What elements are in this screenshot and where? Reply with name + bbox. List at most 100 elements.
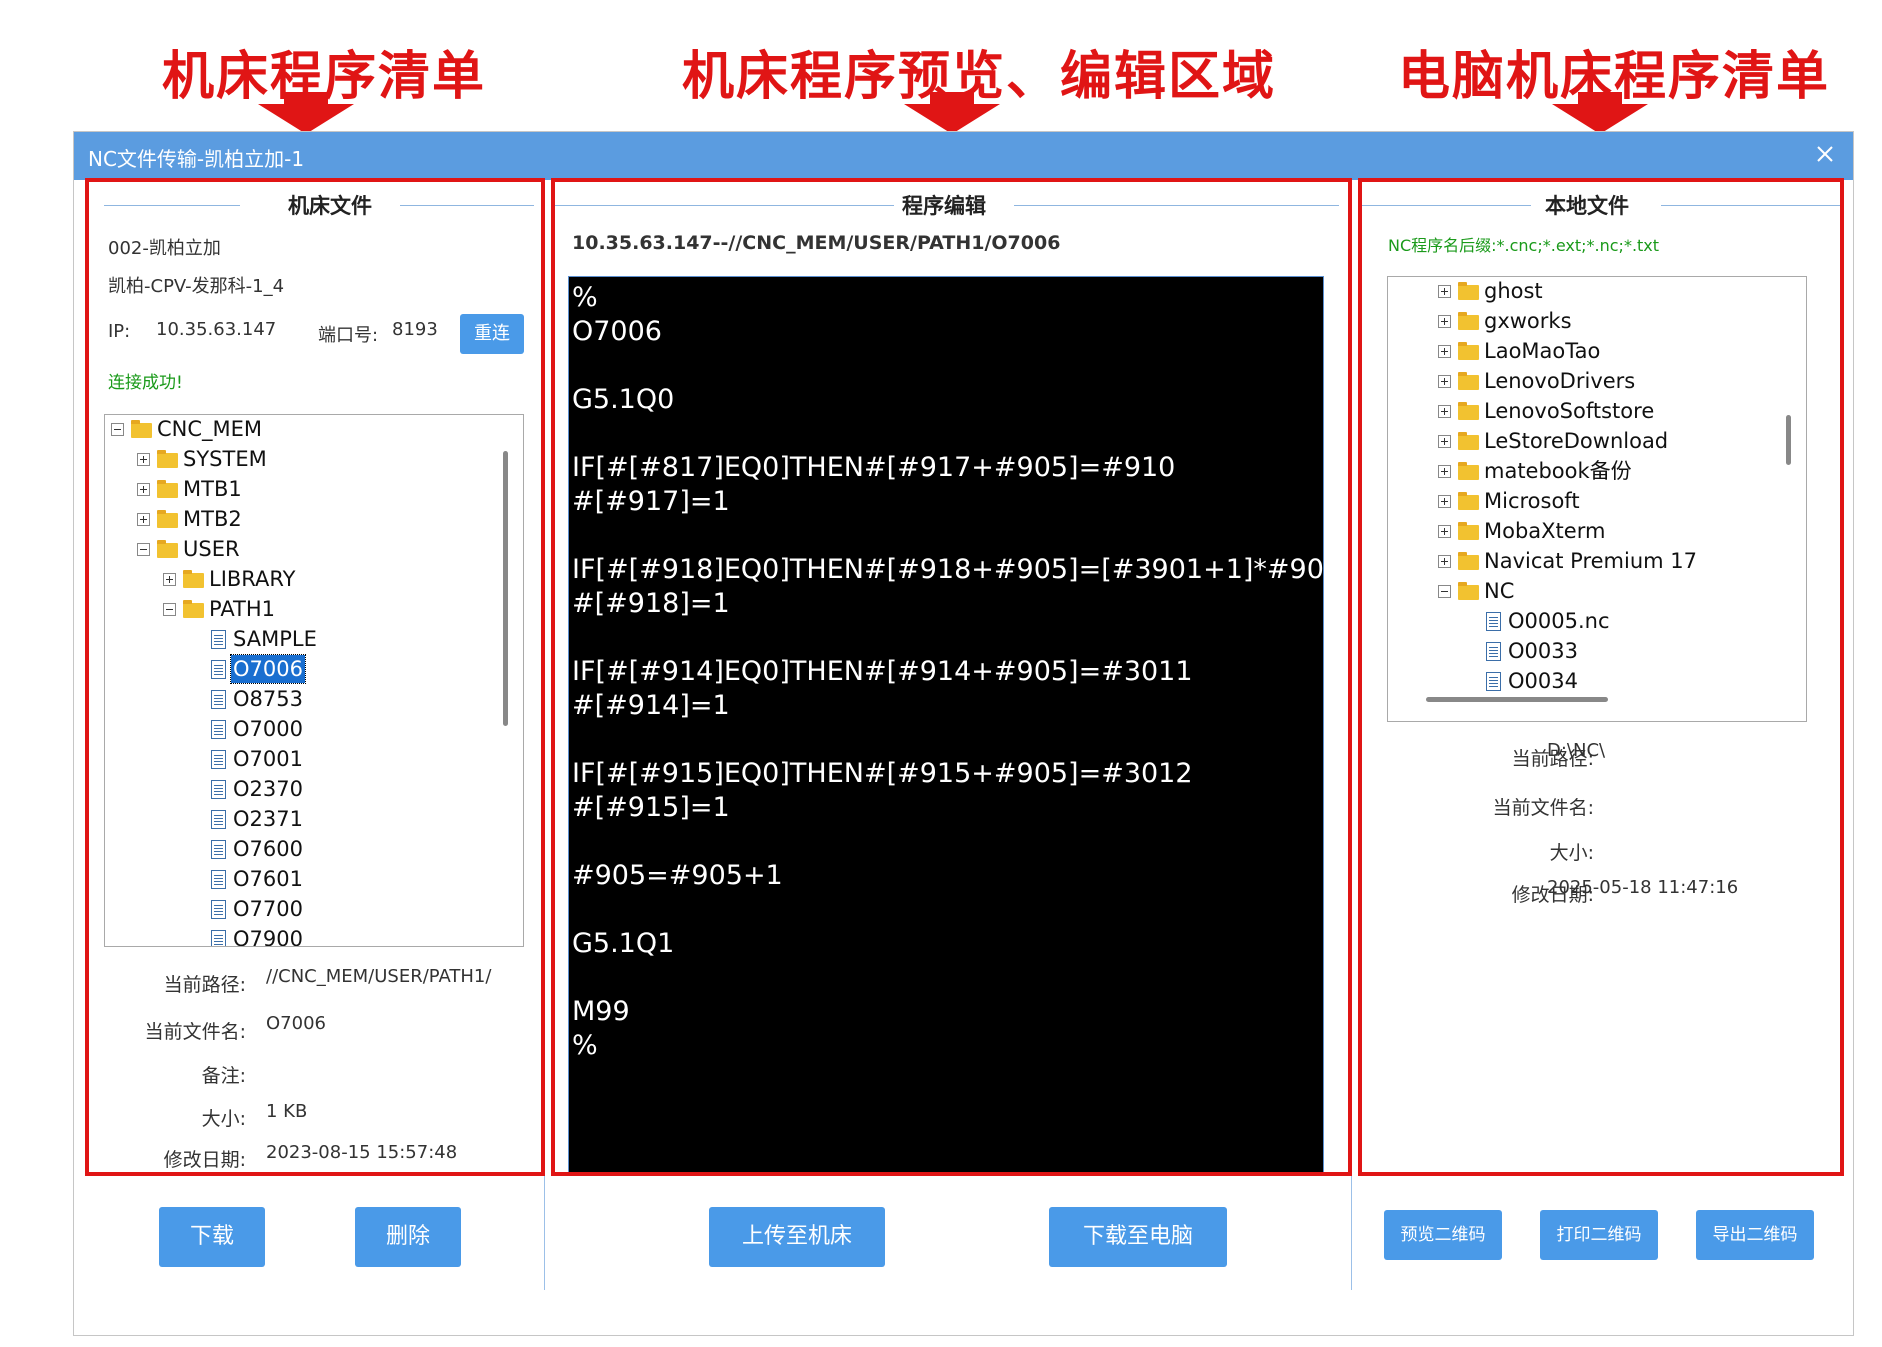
tree-folder-item[interactable]: LaoMaoTao [1388, 337, 1778, 365]
program-editor[interactable]: % O7006 G5.1Q0 IF[#[#817]EQ0]THEN#[#917+#90… [568, 276, 1324, 1176]
code-line[interactable]: #905=#905+1 [572, 859, 1320, 893]
tree-folder-item[interactable]: matebook备份 [1388, 457, 1778, 485]
code-line[interactable]: G5.1Q0 [572, 383, 1320, 417]
tree-folder-item[interactable]: PATH1 [105, 595, 495, 623]
arrow-down-icon [1552, 92, 1648, 134]
code-line[interactable] [572, 349, 1320, 383]
machine-file-tree[interactable]: CNC_MEM SYSTEM MTB1 MTB2 USER LIBRARY PATH1 SAM… [104, 414, 524, 947]
collapse-icon[interactable] [163, 603, 176, 616]
close-icon[interactable] [1811, 140, 1839, 168]
tree-folder-item[interactable]: MTB2 [105, 505, 495, 533]
file-icon [211, 750, 226, 769]
title-bar[interactable]: NC文件传输-凯柏立加-1 [74, 132, 1853, 180]
expand-icon[interactable] [137, 483, 150, 496]
expand-icon[interactable] [137, 513, 150, 526]
tree-file-item[interactable]: O2371 [105, 805, 495, 833]
tree-file-item[interactable]: O7000 [105, 715, 495, 743]
tree-folder-item[interactable]: SYSTEM [105, 445, 495, 473]
expand-icon[interactable] [1438, 525, 1451, 538]
tree-file-item[interactable]: O7600 [105, 835, 495, 863]
tree-folder-item[interactable]: MTB1 [105, 475, 495, 503]
tree-file-item[interactable]: O0034 [1388, 667, 1778, 695]
collapse-icon[interactable] [137, 543, 150, 556]
code-line[interactable] [572, 621, 1320, 655]
expand-icon[interactable] [1438, 435, 1451, 448]
print-qr-button[interactable]: 打印二维码 [1540, 1210, 1658, 1260]
code-line[interactable] [572, 417, 1320, 451]
code-line[interactable]: IF[#[#914]EQ0]THEN#[#914+#905]=#3011 [572, 655, 1320, 689]
window-title: NC文件传输-凯柏立加-1 [88, 147, 305, 171]
tree-folder-item[interactable]: NC [1388, 577, 1778, 605]
code-line[interactable]: O7006 [572, 315, 1320, 349]
expand-icon[interactable] [163, 573, 176, 586]
tree-folder-item[interactable]: Microsoft [1388, 487, 1778, 515]
tree-folder-item[interactable]: ghost [1388, 277, 1778, 305]
tree-file-item[interactable]: SAMPLE [105, 625, 495, 653]
expand-icon[interactable] [1438, 315, 1451, 328]
code-line[interactable] [572, 893, 1320, 927]
tree-scrollbar[interactable] [1786, 415, 1791, 465]
tree-file-item[interactable]: O0005.nc [1388, 607, 1778, 635]
download-to-pc-button[interactable]: 下载至电脑 [1049, 1207, 1227, 1267]
tree-folder-item[interactable]: CNC_MEM [105, 415, 495, 443]
path-value: //CNC_MEM/USER/PATH1/ [266, 966, 492, 987]
tree-file-item[interactable]: O7900 [105, 925, 495, 946]
expand-icon[interactable] [1438, 495, 1451, 508]
export-qr-button[interactable]: 导出二维码 [1696, 1210, 1814, 1260]
code-line[interactable]: M99 [572, 995, 1320, 1029]
tree-folder-item[interactable]: LIBRARY [105, 565, 495, 593]
tree-file-item[interactable]: O0033 [1388, 637, 1778, 665]
code-line[interactable]: IF[#[#915]EQ0]THEN#[#915+#905]=#3012 [572, 757, 1320, 791]
code-line[interactable]: G5.1Q1 [572, 927, 1320, 961]
code-line[interactable]: % [572, 1029, 1320, 1063]
tree-folder-item[interactable]: LeStoreDownload [1388, 427, 1778, 455]
tree-scrollbar[interactable] [503, 451, 508, 726]
code-line[interactable]: IF[#[#918]EQ0]THEN#[#918+#905]=[#3901+1]… [572, 553, 1323, 587]
local-file-tree[interactable]: ghost gxworks LaoMaoTao LenovoDrivers Lenovo… [1387, 276, 1807, 722]
code-line[interactable] [572, 961, 1320, 995]
tree-file-item[interactable]: O7700 [105, 895, 495, 923]
tree-file-item[interactable]: O7006 [105, 654, 495, 684]
tree-folder-item[interactable]: Navicat Premium 17 [1388, 547, 1778, 575]
tree-h-scrollbar[interactable] [1426, 697, 1608, 702]
code-line[interactable] [572, 723, 1320, 757]
tree-file-item[interactable]: O7001 [105, 745, 495, 773]
tree-file-item[interactable]: O2370 [105, 775, 495, 803]
size-value: 1 KB [266, 1101, 308, 1122]
expand-icon[interactable] [1438, 405, 1451, 418]
tree-folder-item[interactable]: LenovoSoftstore [1388, 397, 1778, 425]
code-line[interactable]: % [572, 281, 1320, 315]
code-line[interactable]: IF[#[#817]EQ0]THEN#[#917+#905]=#910 [572, 451, 1320, 485]
delete-button[interactable]: 删除 [355, 1207, 461, 1267]
expand-icon[interactable] [1438, 465, 1451, 478]
tree-item-label: LIBRARY [209, 567, 296, 591]
code-line[interactable]: #[#917]=1 [572, 485, 1320, 519]
upload-to-machine-button[interactable]: 上传至机床 [709, 1207, 885, 1267]
code-line[interactable]: #[#918]=1 [572, 587, 1320, 621]
expand-icon[interactable] [137, 453, 150, 466]
panel-divider [1351, 180, 1352, 1290]
local-size-label: 大小: [1549, 842, 1594, 864]
code-line[interactable] [572, 825, 1320, 859]
expand-icon[interactable] [1438, 375, 1451, 388]
tree-file-item[interactable]: O7601 [105, 865, 495, 893]
expand-icon[interactable] [1438, 345, 1451, 358]
tree-item-label: matebook备份 [1484, 459, 1632, 483]
tree-file-item[interactable]: O8753 [105, 685, 495, 713]
tree-folder-item[interactable]: USER [105, 535, 495, 563]
file-icon [1486, 672, 1501, 691]
path-label: 当前路径: [163, 974, 246, 996]
download-button[interactable]: 下载 [159, 1207, 265, 1267]
preview-qr-button[interactable]: 预览二维码 [1384, 1210, 1502, 1260]
tree-folder-item[interactable]: gxworks [1388, 307, 1778, 335]
expand-icon[interactable] [1438, 555, 1451, 568]
code-line[interactable]: #[#915]=1 [572, 791, 1320, 825]
code-line[interactable]: #[#914]=1 [572, 689, 1320, 723]
tree-folder-item[interactable]: LenovoDrivers [1388, 367, 1778, 395]
reconnect-button[interactable]: 重连 [460, 314, 524, 354]
collapse-icon[interactable] [111, 423, 124, 436]
collapse-icon[interactable] [1438, 585, 1451, 598]
expand-icon[interactable] [1438, 285, 1451, 298]
code-line[interactable] [572, 519, 1320, 553]
tree-folder-item[interactable]: MobaXterm [1388, 517, 1778, 545]
